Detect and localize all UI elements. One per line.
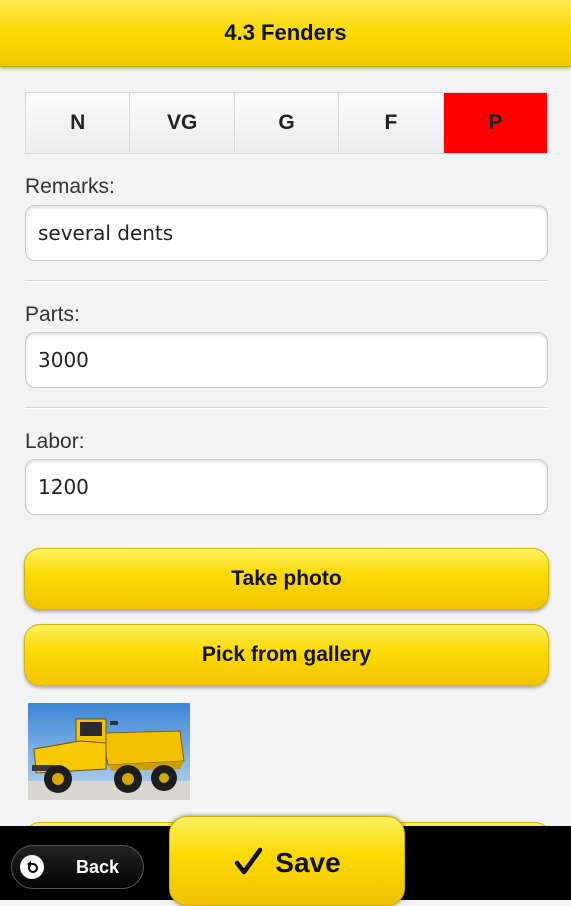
rating-option-p[interactable]: P — [443, 93, 548, 153]
condition-rating-bar: N VG G F P — [25, 92, 548, 154]
divider — [25, 280, 548, 282]
rating-option-n[interactable]: N — [26, 93, 131, 153]
parts-input[interactable] — [25, 332, 548, 388]
back-button[interactable]: Back — [11, 845, 144, 889]
rating-option-vg[interactable]: VG — [130, 93, 235, 153]
remarks-input[interactable] — [25, 205, 548, 261]
take-photo-button[interactable]: Take photo — [24, 548, 549, 610]
checkmark-icon — [233, 847, 263, 877]
divider — [25, 407, 548, 409]
rating-option-g[interactable]: G — [234, 93, 340, 153]
photo-thumbnail[interactable] — [28, 703, 190, 800]
save-button[interactable]: Save — [169, 816, 405, 906]
labor-input[interactable] — [25, 459, 548, 515]
save-label: Save — [275, 847, 341, 878]
back-arrow-icon — [20, 855, 44, 879]
labor-label: Labor: — [25, 430, 85, 453]
truck-photo — [28, 703, 190, 800]
parts-label: Parts: — [25, 303, 80, 326]
rating-option-f[interactable]: F — [339, 93, 444, 153]
remarks-label: Remarks: — [25, 175, 115, 198]
app-header: 4.3 Fenders — [0, 0, 571, 67]
pick-from-gallery-button[interactable]: Pick from gallery — [24, 624, 549, 686]
page-title: 4.3 Fenders — [224, 20, 347, 45]
back-label: Back — [76, 856, 120, 877]
